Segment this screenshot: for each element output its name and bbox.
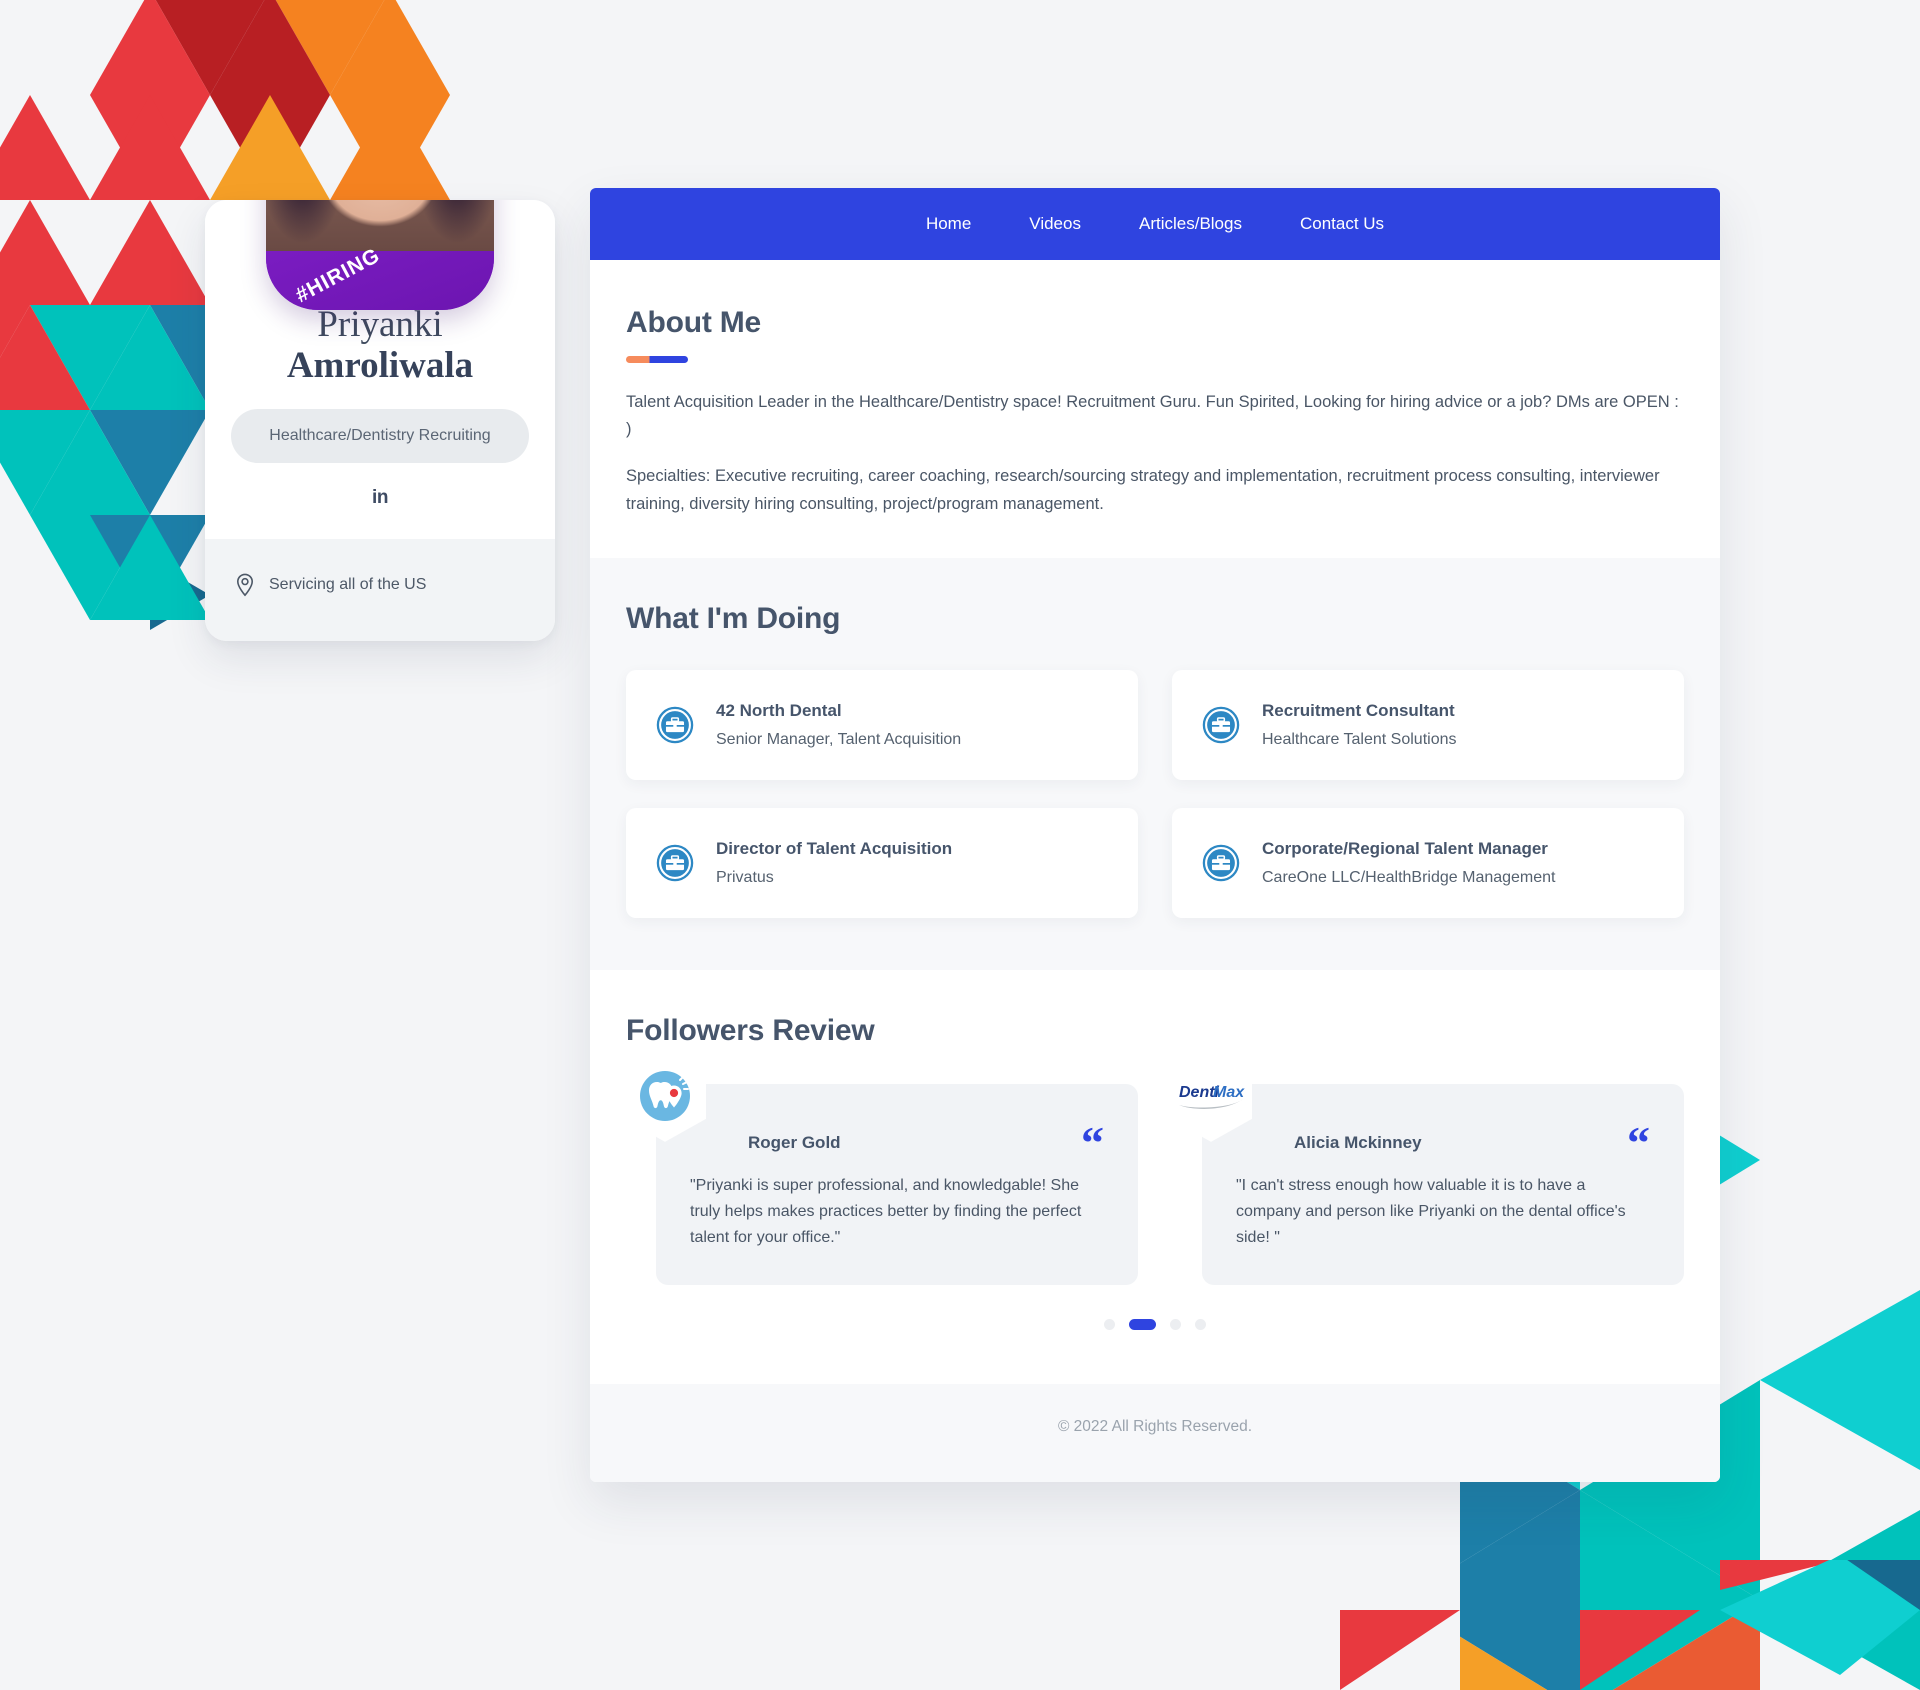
job-card-grid: 42 North Dental Senior Manager, Talent A… (626, 669, 1684, 918)
review-text: "I can't stress enough how valuable it i… (1236, 1177, 1626, 1246)
about-paragraph-1: Talent Acquisition Leader in the Healthc… (626, 393, 1679, 439)
briefcase-icon (656, 706, 694, 744)
briefcase-icon (656, 844, 694, 882)
about-section: About Me Talent Acquisition Leader in th… (590, 260, 1720, 558)
job-card[interactable]: Recruitment Consultant Healthcare Talent… (1172, 669, 1684, 780)
profile-card-top: #HIRING Priyanki Amroliwala Healthcare/D… (205, 200, 555, 539)
carousel-dot-3[interactable] (1170, 1318, 1181, 1330)
reviewer-name: Alicia Mckinney (1294, 1132, 1422, 1152)
triangle-pattern-bottom-svg (1340, 1555, 1920, 1690)
tooth-pin-logo-icon (640, 1070, 690, 1121)
social-links: in (231, 487, 529, 509)
what-im-doing-title: What I'm Doing (626, 601, 841, 635)
profile-card: #HIRING Priyanki Amroliwala Healthcare/D… (205, 200, 555, 641)
profile-last-name: Amroliwala (286, 345, 474, 387)
copyright-text: © 2022 All Rights Reserved. (1057, 1417, 1253, 1435)
about-title: About Me (626, 306, 762, 339)
job-card-name: Corporate/Regional Talent Manager (1262, 838, 1548, 858)
job-card-subtitle: Privatus (716, 868, 774, 886)
quote-icon: “ (1081, 1116, 1104, 1168)
footer: © 2022 All Rights Reserved. (590, 1383, 1720, 1482)
carousel-dot-1[interactable] (1104, 1318, 1115, 1330)
briefcase-icon (1202, 844, 1240, 882)
nav-item-contact-us[interactable]: Contact Us (1300, 214, 1384, 234)
main-panel: Home Videos Articles/Blogs Contact Us Ab… (590, 188, 1720, 1482)
review-header: Roger Gold “ (690, 1116, 1104, 1168)
job-card-text: Recruitment Consultant Healthcare Talent… (1262, 701, 1457, 749)
location-text: Servicing all of the US (269, 575, 427, 593)
page-root: #HIRING Priyanki Amroliwala Healthcare/D… (0, 0, 1920, 1690)
briefcase-icon (1202, 706, 1240, 744)
reviewer-avatar: Denti Max (1170, 1049, 1252, 1142)
hiring-badge: #HIRING (266, 224, 494, 308)
review-card: Denti Max Alicia Mckinney “ "I can't str… (1170, 1049, 1684, 1285)
job-card-subtitle: CareOne LLC/HealthBridge Management (1262, 868, 1556, 886)
job-card-text: Director of Talent Acquisition Privatus (716, 839, 952, 887)
job-card[interactable]: Corporate/Regional Talent Manager CareOn… (1172, 807, 1684, 918)
followers-review-title: Followers Review (626, 1013, 875, 1047)
review-header: Alicia Mckinney “ (1236, 1116, 1650, 1168)
job-card-text: Corporate/Regional Talent Manager CareOn… (1262, 839, 1556, 887)
job-card[interactable]: 42 North Dental Senior Manager, Talent A… (626, 669, 1138, 780)
about-accent-rule (626, 356, 688, 363)
nav-item-articles-blogs[interactable]: Articles/Blogs (1139, 214, 1242, 234)
job-card-name: 42 North Dental (716, 700, 842, 720)
job-card-text: 42 North Dental Senior Manager, Talent A… (716, 701, 961, 749)
reviewer-avatar (624, 1049, 706, 1142)
carousel-dot-2[interactable] (1129, 1318, 1156, 1330)
carousel-pagination (626, 1284, 1684, 1356)
review-card: Roger Gold “ "Priyanki is super professi… (624, 1049, 1138, 1285)
map-pin-icon (236, 573, 254, 597)
nav-item-videos[interactable]: Videos (1029, 214, 1081, 234)
review-text: "Priyanki is super professional, and kno… (690, 1177, 1082, 1246)
profile-role-pill: Healthcare/Dentistry Recruiting (231, 408, 529, 463)
job-card[interactable]: Director of Talent Acquisition Privatus (626, 807, 1138, 918)
followers-review-section: Followers Review Roger Gold “ "Priyanki … (590, 969, 1720, 1384)
nav-item-home[interactable]: Home (926, 214, 971, 234)
decorative-triangles-bottom (1320, 1555, 1920, 1690)
svg-text:Max: Max (1213, 1084, 1245, 1101)
about-paragraph-2: Specialties: Executive recruiting, caree… (626, 467, 1660, 513)
job-card-subtitle: Healthcare Talent Solutions (1262, 730, 1457, 748)
hiring-badge-label: #HIRING (291, 243, 384, 308)
job-card-name: Recruitment Consultant (1262, 700, 1455, 720)
top-navigation: Home Videos Articles/Blogs Contact Us (590, 188, 1720, 260)
job-card-name: Director of Talent Acquisition (716, 838, 953, 858)
linkedin-icon[interactable]: in (372, 487, 388, 509)
review-card-grid: Roger Gold “ "Priyanki is super professi… (624, 1049, 1684, 1285)
profile-first-name: Priyanki (317, 304, 443, 345)
carousel-dot-4[interactable] (1195, 1318, 1206, 1330)
what-im-doing-section: What I'm Doing 42 North Dental Senior Ma… (590, 557, 1720, 970)
profile-card-bottom: Servicing all of the US (205, 538, 555, 641)
job-card-subtitle: Senior Manager, Talent Acquisition (716, 730, 962, 748)
reviewer-name: Roger Gold (748, 1132, 841, 1152)
dentimax-logo-icon: Denti Max (1179, 1084, 1245, 1109)
avatar: #HIRING (266, 200, 494, 310)
quote-icon: “ (1627, 1116, 1650, 1168)
